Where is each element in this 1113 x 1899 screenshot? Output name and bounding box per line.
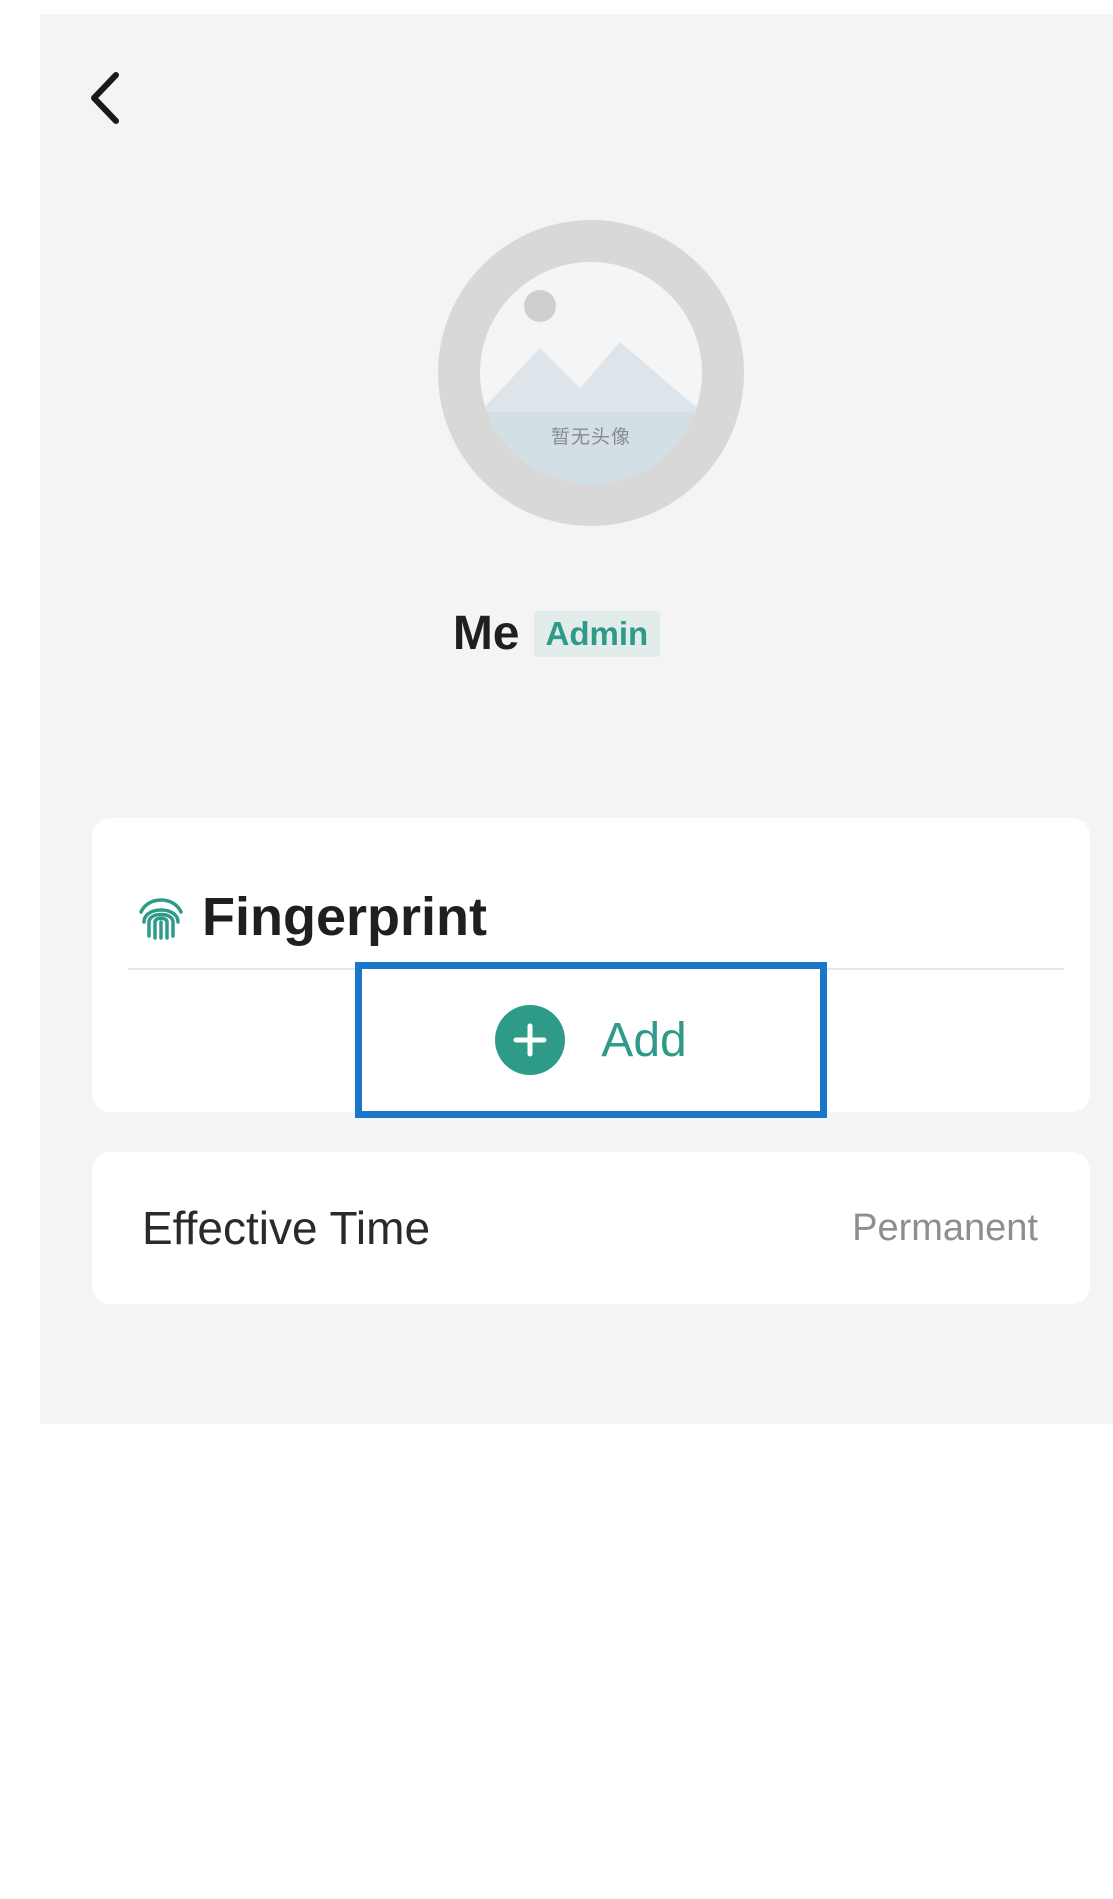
fingerprint-icon [139,898,183,940]
back-button[interactable] [80,68,130,128]
plus-circle-icon [495,1005,566,1075]
app-screen: 暂无头像 Me Admin Fingerprint Add Effective … [0,0,1113,1899]
avatar[interactable]: 暂无头像 [438,220,744,526]
fingerprint-header: Fingerprint [138,886,487,948]
add-fingerprint-button[interactable]: Add [355,962,827,1118]
fingerprint-card: Fingerprint Add [92,818,1090,1118]
avatar-caption: 暂无头像 [550,427,631,448]
effective-time-row[interactable]: Effective Time Permanent [92,1152,1090,1304]
fingerprint-title: Fingerprint [202,887,487,947]
effective-time-label: Effective Time [142,1202,431,1254]
avatar-placeholder-image: 暂无头像 [480,262,702,484]
user-name: Me [452,607,520,660]
chevron-left-icon [91,72,119,124]
add-label: Add [601,1013,687,1067]
user-name-row: Me Admin [0,606,1113,661]
effective-time-value: Permanent [852,1206,1038,1249]
image-placeholder-icon [480,290,702,484]
role-badge: Admin [533,610,661,657]
